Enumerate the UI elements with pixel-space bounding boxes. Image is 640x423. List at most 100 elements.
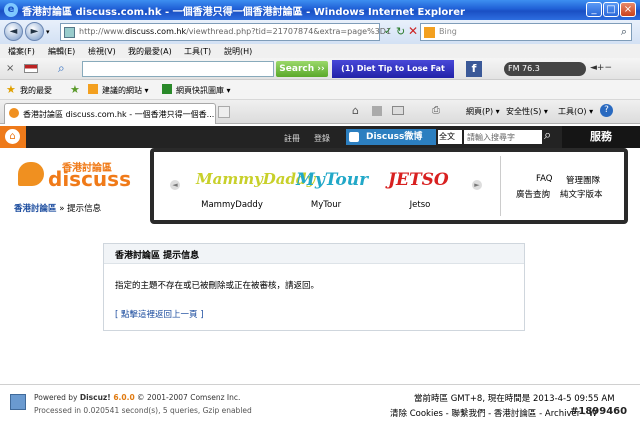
close-button[interactable]: × — [620, 2, 636, 17]
breadcrumb-home[interactable]: 香港討論區 — [14, 204, 57, 214]
tab-bar: 香港討論區 discuss.com.hk - 一個香港只得一個香... ⌂ ⎙ … — [0, 100, 640, 124]
favorites-star-icon[interactable]: ★ — [6, 83, 16, 96]
brand-label-mytour[interactable]: MyTour — [286, 200, 366, 210]
favorites-bar: ★ 我的最愛 ★ 建議的網站 ▾ 網頁快訊圖庫 ▾ — [0, 80, 640, 100]
ad-enquiry-link[interactable]: 廣告查詢 — [516, 188, 550, 200]
brand-label-jetso[interactable]: Jetso — [380, 200, 460, 210]
address-bar-row: ◄ ► ▾ http://www.discuss.com.hk/viewthre… — [0, 20, 640, 44]
search-input[interactable]: Bing ⌕ — [420, 23, 632, 41]
processed-info: Processed in 0.020541 second(s), 5 queri… — [34, 406, 252, 415]
suggested-sites-icon — [88, 84, 98, 94]
footer-links[interactable]: 清除 Cookies - 聯繫我們 - 香港討論區 - Archiver - W — [390, 407, 597, 419]
menu-tools[interactable]: 工具(T) — [184, 46, 211, 57]
login-link[interactable]: 登錄 — [314, 133, 330, 144]
minimize-button[interactable]: _ — [586, 2, 602, 17]
watermark: #1899460 — [570, 406, 628, 417]
site-home-icon[interactable]: ⌂ — [0, 126, 26, 148]
home-icon[interactable]: ⌂ — [352, 104, 359, 117]
address-input[interactable]: http://www.discuss.com.hk/viewthread.php… — [60, 23, 391, 41]
webslice-gallery-link[interactable]: 網頁快訊圖庫 ▾ — [176, 85, 231, 96]
radio-player[interactable]: FM 76.3 — [504, 62, 586, 76]
powered-prefix: Powered by — [34, 393, 80, 402]
notice-title: 香港討論區 提示信息 — [115, 251, 200, 261]
stop-icon[interactable]: ✕ — [408, 24, 418, 38]
url-prefix: http://www. — [79, 27, 125, 36]
rss-icon — [349, 132, 359, 142]
menu-favorites[interactable]: 我的最愛(A) — [128, 46, 172, 57]
back-link[interactable]: [ 點擊這裡返回上一頁 ] — [115, 308, 204, 320]
brand-logo-jetso[interactable]: JETSO — [388, 170, 449, 190]
toolbar-row: × ⌕ Search ›› (1) Diet Tip to Lose Fat f… — [0, 58, 640, 80]
tab-discuss[interactable]: 香港討論區 discuss.com.hk - 一個香港只得一個香... — [4, 103, 216, 124]
back-button[interactable]: ◄ — [4, 22, 23, 41]
menu-bar: 檔案(F) 編輯(E) 檢視(V) 我的最愛(A) 工具(T) 說明(H) — [0, 44, 640, 58]
brand-label-mammydaddy[interactable]: MammyDaddy — [192, 200, 272, 210]
admin-team-link[interactable]: 管理團隊 — [566, 174, 600, 186]
refresh-icon[interactable]: ↻ — [396, 25, 405, 38]
search-placeholder: Bing — [439, 27, 457, 36]
breadcrumb: 香港討論區 » 提示信息 — [14, 202, 101, 214]
volume-icon[interactable]: ◄+− — [590, 63, 612, 73]
window-title: 香港討論區 discuss.com.hk - 一個香港只得一個香港討論區 - W… — [22, 7, 465, 18]
carousel-divider — [500, 156, 501, 216]
search-scope-select[interactable]: 全文 — [438, 130, 462, 144]
ie-icon: e — [4, 3, 18, 17]
search-icon[interactable]: ⌕ — [621, 25, 627, 39]
new-tab-button[interactable] — [218, 106, 230, 118]
print-icon[interactable]: ⎙ — [432, 105, 440, 116]
timezone-info: 當前時區 GMT+8, 現在時間是 2013-4-5 09:55 AM — [414, 394, 615, 404]
logo-english[interactable]: discuss — [48, 167, 131, 191]
diet-tip-banner[interactable]: (1) Diet Tip to Lose Fat — [332, 60, 454, 78]
mail-icon[interactable] — [392, 106, 404, 115]
site-search-placeholder: 請輸入搜尋字 — [467, 133, 515, 142]
maximize-button[interactable]: □ — [603, 2, 619, 17]
flag-icon[interactable] — [24, 64, 38, 73]
bing-icon — [424, 27, 435, 38]
menu-edit[interactable]: 編輯(E) — [48, 46, 75, 57]
url-domain: discuss.com.hk — [124, 27, 187, 36]
help-icon[interactable]: ? — [600, 104, 613, 117]
toolbar-search-button[interactable]: Search ›› — [276, 61, 328, 77]
menu-help[interactable]: 說明(H) — [224, 46, 252, 57]
suggested-sites-link[interactable]: 建議的網站 ▾ — [102, 85, 149, 96]
title-bar: e 香港討論區 discuss.com.hk - 一個香港只得一個香港討論區 -… — [0, 0, 640, 20]
archive-icon[interactable] — [10, 394, 26, 410]
powered-by: Powered by Discuz! 6.0.0 © 2001-2007 Com… — [34, 393, 240, 402]
webslice-icon — [162, 84, 172, 94]
add-favorite-icon[interactable]: ★ — [70, 83, 80, 96]
text-version-link[interactable]: 純文字版本 — [560, 188, 603, 200]
history-dropdown-icon[interactable]: ▾ — [46, 28, 50, 36]
magnifier-icon[interactable]: ⌕ — [58, 61, 65, 76]
page-icon — [64, 27, 75, 38]
compat-view-icon[interactable]: ✓ — [384, 26, 392, 37]
feeds-icon[interactable] — [372, 106, 382, 116]
brand-logo-mytour[interactable]: MyTour — [296, 170, 368, 190]
footer-divider — [0, 384, 640, 385]
favorites-label[interactable]: 我的最愛 — [20, 85, 52, 96]
discuss-weibo-label: Discuss微博 — [366, 132, 423, 142]
faq-link[interactable]: FAQ — [536, 174, 552, 184]
carousel-prev-icon[interactable]: ◄ — [170, 180, 180, 190]
facebook-icon[interactable]: f — [466, 61, 482, 77]
services-button[interactable]: 服務 — [562, 126, 640, 148]
tools-menu[interactable]: 工具(O) ▾ — [558, 106, 593, 117]
site-search-icon[interactable]: ⌕ — [544, 128, 551, 143]
safety-menu[interactable]: 安全性(S) ▾ — [506, 106, 548, 117]
carousel-next-icon[interactable]: ► — [472, 180, 482, 190]
breadcrumb-current: 提示信息 — [67, 204, 102, 214]
page-menu[interactable]: 網頁(P) ▾ — [466, 106, 500, 117]
url-path: /viewthread.php?tid=21707874&extra=page%… — [186, 27, 392, 36]
toolbar-search-input[interactable] — [82, 61, 274, 77]
discuss-weibo-button[interactable]: Discuss微博 — [346, 129, 436, 145]
logo-bubble-icon[interactable] — [18, 162, 44, 186]
menu-view[interactable]: 檢視(V) — [88, 46, 116, 57]
breadcrumb-sep: » — [56, 204, 68, 214]
register-link[interactable]: 註冊 — [284, 133, 300, 144]
powered-suffix: © 2001-2007 Comsenz Inc. — [134, 393, 241, 402]
discuz-link[interactable]: Discuz! — [80, 393, 113, 402]
menu-file[interactable]: 檔案(F) — [8, 46, 35, 57]
site-search-input[interactable]: 請輸入搜尋字 — [464, 130, 542, 144]
forward-button[interactable]: ► — [25, 22, 44, 41]
close-toolbar-icon[interactable]: × — [6, 63, 14, 74]
discuz-version: 6.0.0 — [113, 393, 135, 402]
